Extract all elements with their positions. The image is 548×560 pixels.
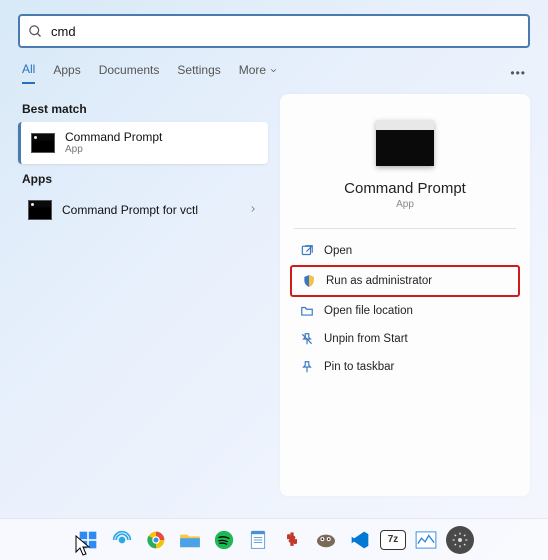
- taskbar-app-podcast-icon[interactable]: [108, 526, 136, 554]
- search-bar[interactable]: [18, 14, 530, 48]
- start-button[interactable]: [74, 526, 102, 554]
- action-label: Open: [324, 245, 352, 257]
- action-label: Pin to taskbar: [324, 361, 394, 373]
- overflow-menu[interactable]: •••: [510, 66, 526, 80]
- result-subtitle: App: [65, 144, 162, 156]
- taskbar-app-gimp-icon[interactable]: [312, 526, 340, 554]
- section-apps: Apps: [22, 172, 264, 186]
- tab-apps[interactable]: Apps: [53, 63, 80, 83]
- tab-documents[interactable]: Documents: [99, 63, 160, 83]
- open-icon: [300, 244, 314, 258]
- taskbar-app-explorer-icon[interactable]: [176, 526, 204, 554]
- preview-subtitle: App: [290, 199, 520, 210]
- filter-tabs: All Apps Documents Settings More •••: [18, 62, 530, 84]
- chevron-right-icon: [248, 203, 258, 217]
- unpin-icon: [300, 332, 314, 346]
- action-pin-to-taskbar[interactable]: Pin to taskbar: [290, 353, 520, 381]
- section-best-match: Best match: [22, 102, 264, 116]
- taskbar-app-vscode-icon[interactable]: [346, 526, 374, 554]
- action-label: Run as administrator: [326, 275, 432, 287]
- taskbar-app-settings-icon[interactable]: [446, 526, 474, 554]
- result-command-prompt[interactable]: Command Prompt App: [18, 122, 268, 164]
- result-title: Command Prompt for vctl: [62, 203, 198, 217]
- command-prompt-icon: [31, 133, 55, 153]
- preview-app-icon: [376, 120, 434, 166]
- tab-more[interactable]: More: [239, 63, 278, 83]
- tab-settings[interactable]: Settings: [177, 63, 220, 83]
- action-run-as-administrator[interactable]: Run as administrator: [290, 265, 520, 297]
- results-column: Best match Command Prompt App Apps Comma…: [18, 94, 268, 496]
- result-title: Command Prompt: [65, 130, 162, 144]
- pin-icon: [300, 360, 314, 374]
- action-label: Unpin from Start: [324, 333, 408, 345]
- shield-icon: [302, 274, 316, 288]
- search-input[interactable]: [51, 24, 520, 39]
- action-open[interactable]: Open: [290, 237, 520, 265]
- action-unpin-from-start[interactable]: Unpin from Start: [290, 325, 520, 353]
- taskbar-app-notepad-icon[interactable]: [244, 526, 272, 554]
- preview-title: Command Prompt: [290, 180, 520, 197]
- folder-icon: [300, 304, 314, 318]
- taskbar-app-chrome-icon[interactable]: [142, 526, 170, 554]
- divider: [294, 228, 516, 229]
- taskbar-app-spotify-icon[interactable]: [210, 526, 238, 554]
- command-prompt-icon: [28, 200, 52, 220]
- tab-all[interactable]: All: [22, 62, 35, 84]
- action-label: Open file location: [324, 305, 413, 317]
- preview-pane: Command Prompt App Open Run as administr…: [280, 94, 530, 496]
- search-icon: [28, 24, 43, 39]
- result-command-prompt-vctl[interactable]: Command Prompt for vctl: [18, 192, 268, 228]
- taskbar-app-puzzle-icon[interactable]: [278, 526, 306, 554]
- tab-more-label: More: [239, 63, 266, 77]
- start-search-panel: All Apps Documents Settings More ••• Bes…: [6, 4, 542, 508]
- chevron-down-icon: [269, 66, 278, 75]
- action-open-file-location[interactable]: Open file location: [290, 297, 520, 325]
- taskbar: 7z: [0, 518, 548, 560]
- taskbar-app-7zip-icon[interactable]: 7z: [380, 530, 406, 550]
- taskbar-app-monitor-icon[interactable]: [412, 526, 440, 554]
